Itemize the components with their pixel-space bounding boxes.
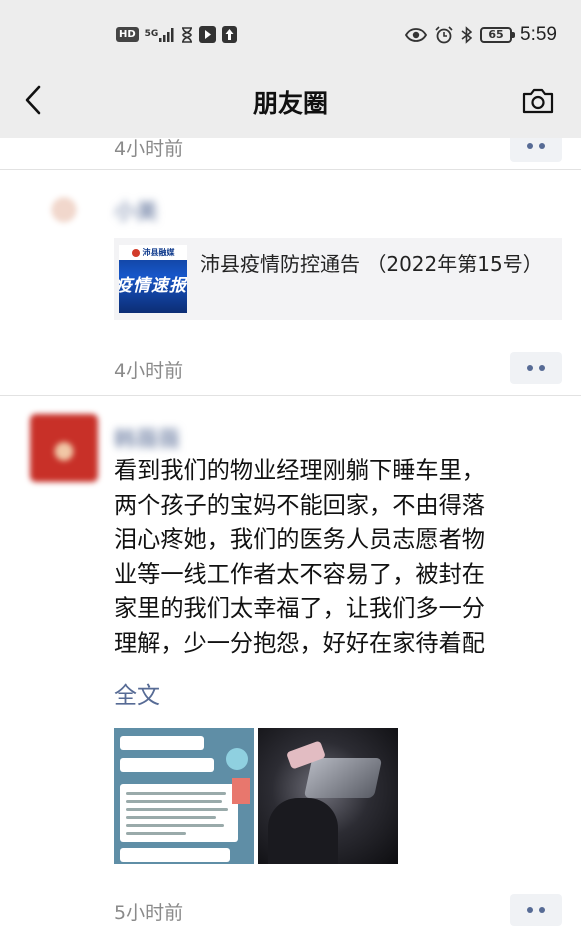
shared-article-card[interactable]: 沛县融媒 疫情速报 沛县疫情防控通告 （2022年第15号）: [114, 238, 562, 320]
article-title: 沛县疫情防控通告 （2022年第15号）: [200, 252, 543, 276]
top-bar: HD 5G 65 5:59 朋友圈: [0, 0, 581, 138]
page-title: 朋友圈: [252, 89, 328, 118]
post-image-chat-screenshot[interactable]: [114, 728, 254, 864]
post-text: 看到我们的物业经理刚躺下睡车里， 两个孩子的宝妈不能回家，不由得落 泪心疼她，我…: [114, 457, 485, 657]
media-logo-icon: [131, 248, 140, 257]
post-divider: [0, 395, 581, 396]
post-time: 4小时前: [114, 360, 184, 382]
hd-voice-icon: HD: [116, 27, 139, 42]
article-thumbnail: 沛县融媒 疫情速报: [119, 245, 187, 313]
avatar[interactable]: [30, 414, 98, 482]
post-divider: [0, 169, 581, 170]
bluetooth-icon: [461, 26, 473, 44]
post-image-car-interior[interactable]: [258, 728, 398, 864]
alarm-icon: [435, 26, 453, 44]
avatar[interactable]: [30, 186, 98, 254]
post-footer: 5小时前: [114, 894, 562, 928]
hourglass-icon: [181, 26, 193, 43]
post-time: 5小时前: [114, 902, 184, 924]
status-bar: HD 5G 65 5:59: [0, 0, 581, 68]
camera-icon: [522, 88, 554, 114]
clock: 5:59: [520, 24, 557, 45]
video-app-icon: [199, 26, 217, 43]
previous-post-footer: 4小时前: [114, 138, 562, 164]
signal-icon: 5G: [145, 27, 176, 42]
full-text-link[interactable]: 全文: [114, 676, 160, 710]
post-actions-button[interactable]: [510, 138, 562, 162]
nav-bar: 朋友圈: [0, 68, 581, 138]
post-author[interactable]: 韩薇薇: [114, 422, 180, 454]
post-author[interactable]: 小美: [114, 194, 158, 226]
battery-icon: 65: [480, 27, 516, 43]
camera-button[interactable]: [519, 84, 557, 118]
moments-feed[interactable]: 4小时前 小美 沛县融媒 疫情速报 沛县疫情防控通告 （2022年第15号） 4…: [0, 138, 581, 940]
post-actions-button[interactable]: [510, 352, 562, 384]
upload-app-icon: [222, 26, 238, 43]
post-time: 4小时前: [114, 138, 184, 160]
post-footer: 4小时前: [114, 352, 562, 386]
eye-icon: [405, 28, 428, 42]
post-actions-button[interactable]: [510, 894, 562, 926]
